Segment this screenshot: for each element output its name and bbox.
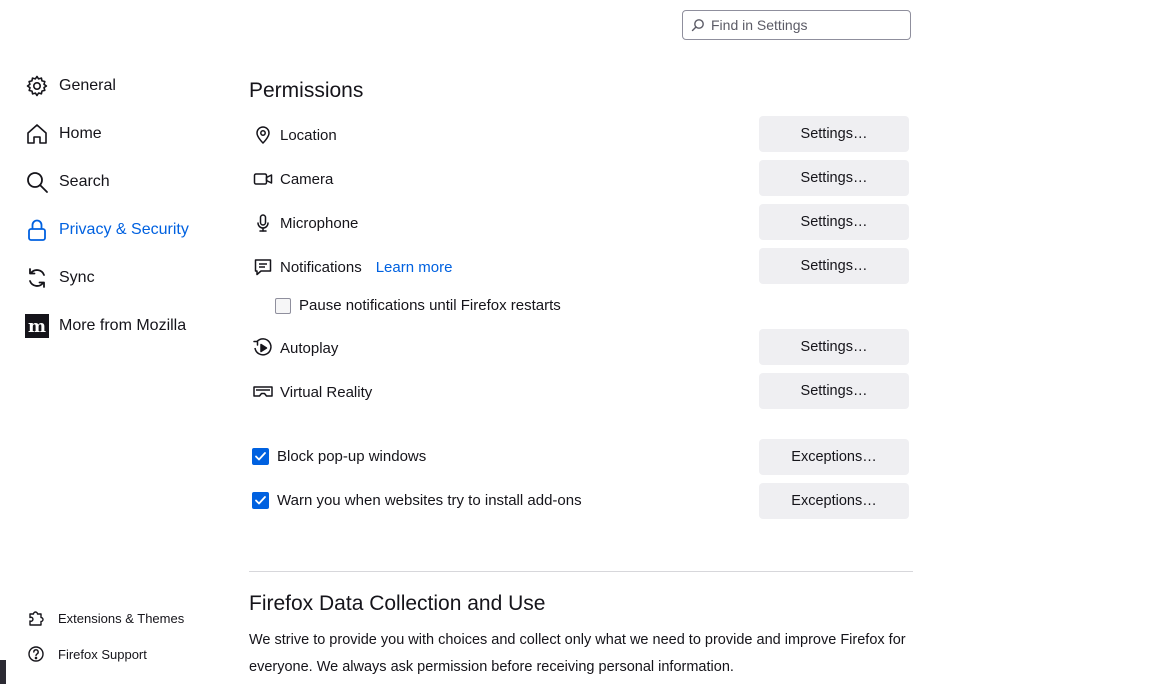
sidebar-item-general[interactable]: General [25,71,116,101]
autoplay-settings-button[interactable]: Settings… [759,329,909,365]
sidebar-item-label: Privacy & Security [59,221,189,238]
permission-label: Virtual Reality [280,383,373,401]
permission-row-virtual-reality: Virtual Reality [252,380,372,404]
notifications-settings-button[interactable]: Settings… [759,248,909,284]
help-icon [27,645,45,663]
warn-addons-label: Warn you when websites try to install ad… [277,492,582,509]
sidebar-footer-label: Extensions & Themes [58,610,185,626]
sidebar-item-home[interactable]: Home [25,119,102,149]
sidebar-item-search[interactable]: Search [25,167,110,197]
data-collection-heading: Firefox Data Collection and Use [249,592,546,615]
window-edge-marker [0,660,6,684]
mozilla-icon: m [25,314,49,338]
sidebar-item-privacy-security[interactable]: Privacy & Security [25,215,189,245]
sidebar-footer-label: Firefox Support [58,646,147,662]
camera-settings-button[interactable]: Settings… [759,160,909,196]
permission-row-location: Location [252,123,337,147]
permission-label: Camera [280,170,334,188]
microphone-icon [252,212,274,234]
sidebar-item-sync[interactable]: Sync [25,263,95,293]
microphone-settings-button[interactable]: Settings… [759,204,909,240]
block-popups-checkbox[interactable] [252,448,269,465]
vr-icon [252,381,274,403]
permission-label: Notifications [280,258,362,276]
sidebar-item-label: Search [59,173,110,190]
vr-settings-button[interactable]: Settings… [759,373,909,409]
autoplay-icon [252,337,274,359]
permission-label: Autoplay [280,339,339,357]
location-icon [252,124,274,146]
popups-exceptions-button[interactable]: Exceptions… [759,439,909,475]
warn-addons-checkbox-row[interactable]: Warn you when websites try to install ad… [252,492,582,509]
lock-icon [25,218,49,242]
permission-row-autoplay: Autoplay [252,336,338,360]
data-collection-description: We strive to provide you with choices an… [249,632,906,675]
learn-more-link[interactable]: Learn more [376,259,453,276]
notification-icon [252,256,274,278]
pause-notifications-checkbox-row[interactable]: Pause notifications until Firefox restar… [275,297,561,314]
location-settings-button[interactable]: Settings… [759,116,909,152]
svg-text:m: m [28,317,46,337]
sync-icon [25,266,49,290]
sidebar-footer-firefox-support[interactable]: Firefox Support [27,643,147,665]
permission-row-camera: Camera [252,167,333,191]
camera-icon [252,168,274,190]
pause-notifications-checkbox[interactable] [275,297,291,314]
permissions-heading: Permissions [249,79,364,102]
block-popups-label: Block pop-up windows [277,448,427,465]
sidebar-item-label: Home [59,125,102,142]
permission-label: Microphone [280,214,359,232]
sidebar-footer-extensions-themes[interactable]: Extensions & Themes [27,607,184,629]
sidebar-item-label: More from Mozilla [59,317,187,334]
search-icon [25,170,49,194]
sidebar-item-label: Sync [59,269,95,286]
search-icon [691,19,704,32]
warn-addons-checkbox[interactable] [252,492,269,509]
gear-icon [25,74,49,98]
section-divider [249,571,913,572]
sidebar-item-more-from-mozilla[interactable]: m More from Mozilla [25,311,186,341]
permission-row-microphone: Microphone [252,211,358,235]
sidebar-item-label: General [59,77,116,94]
block-popups-checkbox-row[interactable]: Block pop-up windows [252,448,426,465]
search-input[interactable] [709,16,903,34]
permission-label: Location [280,126,337,144]
home-icon [25,122,49,146]
pause-notifications-label: Pause notifications until Firefox restar… [299,297,561,314]
search-box[interactable] [682,10,911,40]
permission-row-notifications: Notifications Learn more [252,255,452,279]
puzzle-icon [27,609,45,627]
addons-exceptions-button[interactable]: Exceptions… [759,483,909,519]
